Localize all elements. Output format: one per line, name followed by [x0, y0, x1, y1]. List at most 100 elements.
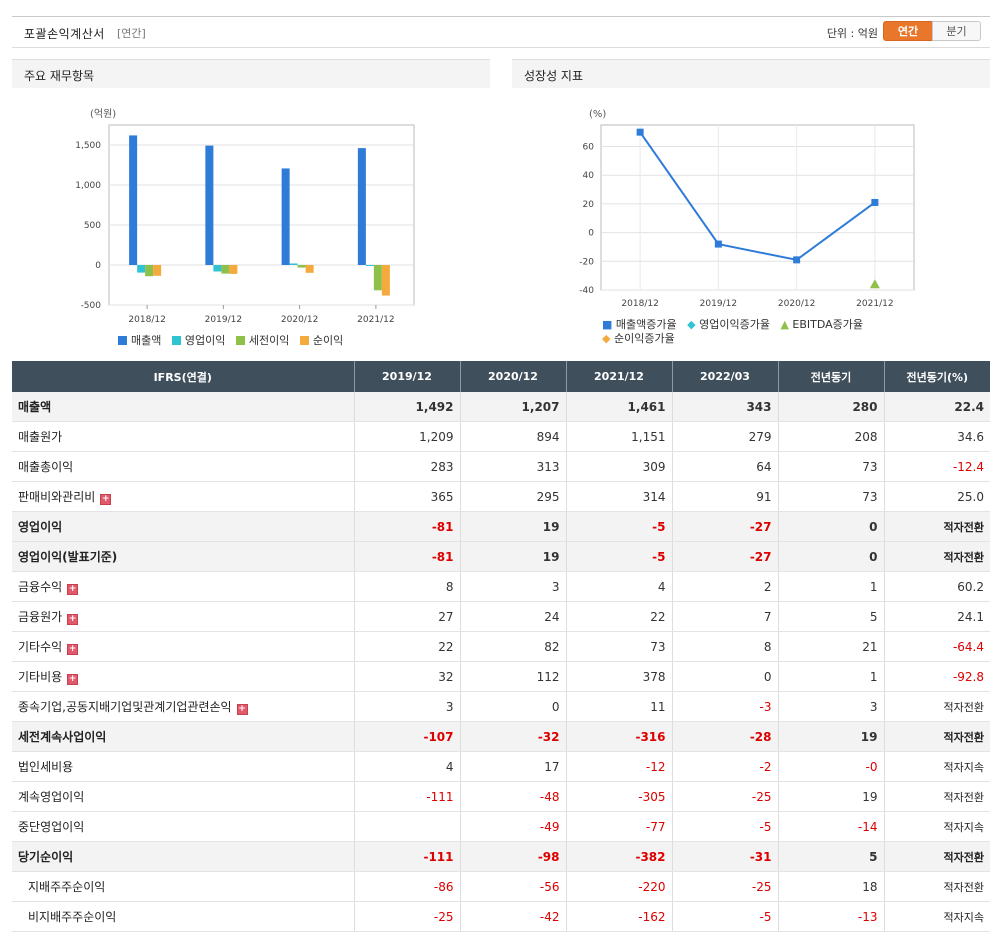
bar[interactable] — [229, 265, 238, 274]
column-header-item: IFRS(연결) — [12, 361, 354, 392]
y-tick-label: 500 — [84, 221, 101, 231]
expand-plus-icon[interactable]: + — [67, 644, 79, 655]
row-label-cell: 세전계속사업이익 — [12, 721, 354, 752]
growth-line-chart: (%) 60 40 20 0 -20 -40 2018/12 2019/12 2020/12 2… — [579, 109, 915, 309]
bar[interactable] — [381, 265, 390, 296]
bar[interactable] — [145, 265, 154, 277]
table-cell: -86 — [353, 871, 460, 902]
statement-header: 포괄손익계산서 [연간] 단위 : 억원 연간 분기 — [12, 16, 990, 48]
legend-item-ebitda-growth[interactable]: ▲ EBITDA증가율 — [780, 318, 863, 331]
row-label-cell[interactable]: 금융원가 + — [12, 601, 354, 632]
table-cell: -305 — [565, 781, 672, 812]
table-row: 계속영업이익 -111 -48 -305 -25 19 적자전환 — [12, 781, 990, 812]
table-cell: 22.4 — [883, 392, 990, 422]
table-cell: 1,492 — [353, 392, 460, 422]
bar[interactable] — [297, 265, 306, 268]
income-statement-table: IFRS(연결) 2019/12 2020/12 2021/12 2022/03 전년동기… — [12, 361, 990, 932]
table-cell: 19 — [459, 541, 566, 572]
legend-item-operating-income[interactable]: 영업이익 — [171, 334, 225, 347]
bar[interactable] — [153, 265, 162, 276]
table-row: 기타수익 +22 82 73 8 21 -64.4 — [12, 631, 990, 662]
bar[interactable] — [357, 148, 366, 265]
expand-plus-icon[interactable]: + — [67, 614, 79, 625]
table-cell: -12 — [565, 751, 672, 782]
row-label-cell: 영업이익(발표기준) — [12, 541, 354, 572]
bar[interactable] — [281, 168, 290, 265]
x-tick-label: 2019/12 — [205, 315, 242, 325]
table-cell: 적자전환 — [883, 511, 990, 542]
row-label-cell[interactable]: 종속기업,공동지배기업및관계기업관련손익 + — [12, 691, 354, 722]
table-cell: -27 — [671, 511, 778, 542]
bar[interactable] — [373, 265, 382, 291]
bar[interactable] — [365, 265, 374, 266]
table-cell: -92.8 — [883, 661, 990, 692]
row-label: 매출총이익 — [18, 460, 74, 474]
table-row: 판매비와관리비 +365 295 314 91 73 25.0 — [12, 481, 990, 512]
row-label-cell[interactable]: 판매비와관리비 + — [12, 481, 354, 512]
bar[interactable] — [305, 265, 314, 273]
bar[interactable] — [137, 265, 146, 273]
table-cell: -81 — [353, 541, 460, 572]
row-label-cell[interactable]: 기타수익 + — [12, 631, 354, 662]
legend-item-pretax-income[interactable]: 세전이익 — [235, 334, 289, 347]
legend-item-net-income-growth[interactable]: ◆ 순이익증가율 — [602, 332, 675, 345]
table-cell: 309 — [565, 451, 672, 482]
data-point[interactable] — [636, 128, 644, 136]
table-cell: 24.1 — [883, 601, 990, 632]
bar[interactable] — [205, 145, 214, 265]
expand-plus-icon[interactable]: + — [67, 584, 79, 595]
column-header-period: 2019/12 — [353, 361, 460, 392]
table-cell: 0 — [459, 691, 566, 722]
table-cell: 0 — [777, 541, 884, 572]
y-tick-label: 60 — [583, 143, 595, 153]
table-cell: 1 — [777, 571, 884, 602]
annual-toggle-button[interactable]: 연간 — [883, 21, 933, 41]
table-cell: 8 — [671, 631, 778, 662]
key-financials-panel-header: 주요 재무항목 — [12, 59, 490, 88]
x-tick-label: 2020/12 — [778, 299, 815, 309]
row-label-cell[interactable]: 기타비용 + — [12, 661, 354, 692]
table-cell: 19 — [459, 511, 566, 542]
table-cell: 27 — [353, 601, 460, 632]
x-tick-label: 2021/12 — [357, 315, 394, 325]
table-cell: -5 — [671, 811, 778, 842]
bar[interactable] — [221, 265, 230, 274]
expand-plus-icon[interactable]: + — [236, 704, 248, 715]
table-cell: 295 — [459, 481, 566, 512]
row-label: 지배주주순이익 — [28, 880, 106, 894]
table-cell: 378 — [565, 661, 672, 692]
table-cell: -2 — [671, 751, 778, 782]
y-tick-label: -500 — [81, 301, 102, 311]
table-cell: 적자지속 — [883, 901, 990, 932]
bar[interactable] — [213, 265, 222, 272]
table-cell: -14 — [777, 811, 884, 842]
table-cell: 17 — [459, 751, 566, 782]
quarter-toggle-button[interactable]: 분기 — [932, 21, 981, 41]
legend-item-operating-growth[interactable]: ◆ 영업이익증가율 — [687, 318, 770, 331]
table-cell: 112 — [459, 661, 566, 692]
legend-item-net-income[interactable]: 순이익 — [299, 334, 343, 347]
table-cell: -3 — [671, 691, 778, 722]
table-cell: 5 — [777, 601, 884, 632]
table-cell: 0 — [671, 661, 778, 692]
expand-plus-icon[interactable]: + — [100, 494, 112, 505]
legend-item-sales-growth[interactable]: ■ 매출액증가율 — [602, 318, 677, 331]
data-point[interactable] — [793, 256, 801, 264]
bar[interactable] — [289, 263, 298, 265]
table-cell: -31 — [671, 841, 778, 872]
table-cell: -98 — [459, 841, 566, 872]
data-point[interactable] — [871, 198, 879, 206]
table-cell: 적자전환 — [883, 721, 990, 752]
expand-plus-icon[interactable]: + — [67, 674, 79, 685]
table-cell: -111 — [353, 841, 460, 872]
row-label-cell[interactable]: 금융수익 + — [12, 571, 354, 602]
growth-title: 성장성 지표 — [524, 69, 584, 83]
column-header-period: 2022/03 — [671, 361, 778, 392]
data-point[interactable] — [714, 240, 722, 248]
table-cell: -25 — [671, 781, 778, 812]
bar[interactable] — [129, 135, 138, 265]
table-cell: 1,209 — [353, 421, 460, 452]
table-cell: 적자전환 — [883, 871, 990, 902]
row-label: 영업이익(발표기준) — [18, 550, 118, 564]
legend-item-sales[interactable]: 매출액 — [118, 334, 161, 347]
